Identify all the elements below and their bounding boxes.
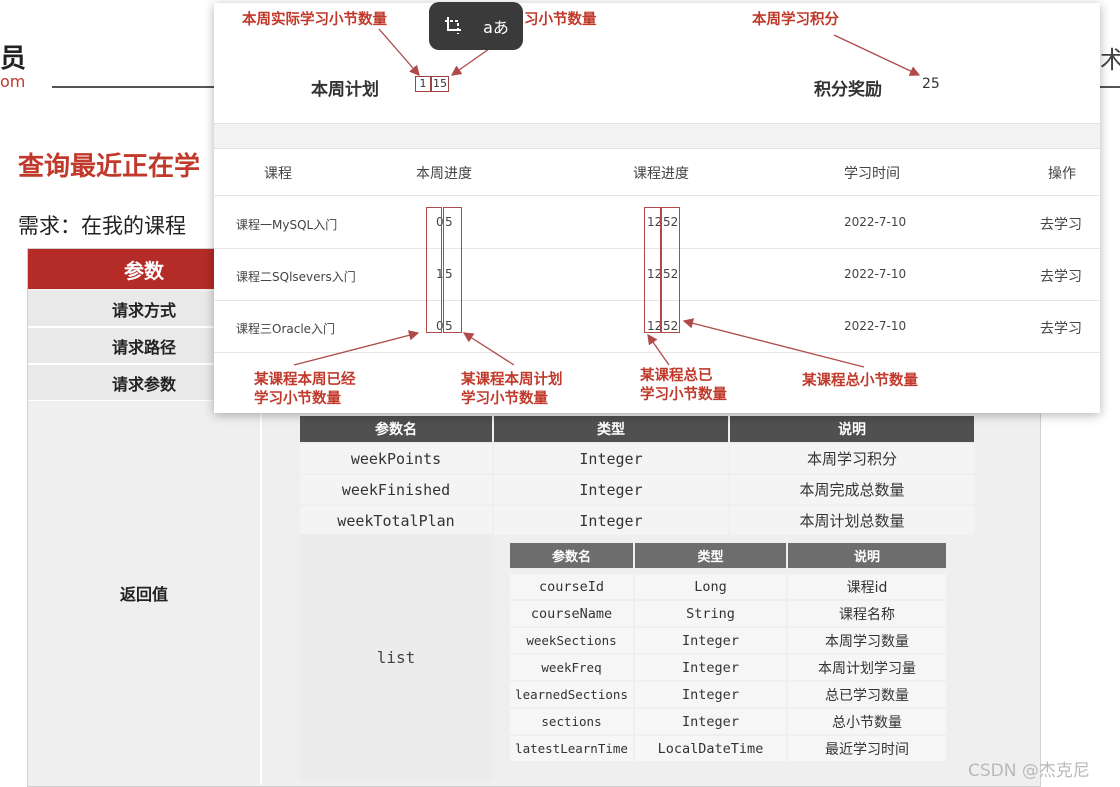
nested-field-name: learnedSections bbox=[510, 682, 633, 707]
nested-field-name: courseId bbox=[510, 574, 633, 599]
translate-icon[interactable]: aあ bbox=[483, 13, 509, 39]
annotation-course-total-learned: 某课程总已 学习小节数量 bbox=[640, 367, 727, 405]
field-desc: 本周学习积分 bbox=[730, 444, 974, 473]
field-type: Integer bbox=[494, 444, 728, 473]
annotation-line: 学习小节数量 bbox=[461, 391, 548, 407]
field-type: Integer bbox=[494, 506, 728, 535]
nested-field-desc: 课程id bbox=[788, 574, 946, 599]
nested-field-name: latestLearnTime bbox=[510, 736, 633, 761]
annotation-line: 某课程本周已经 bbox=[254, 372, 356, 388]
nested-field-type: Long bbox=[635, 574, 786, 599]
field-name: weekPoints bbox=[300, 444, 492, 473]
col-header-desc: 说明 bbox=[730, 416, 974, 442]
nested-col-header-name: 参数名 bbox=[510, 543, 633, 568]
col-header-name: 参数名 bbox=[300, 416, 492, 442]
nested-field-type: Integer bbox=[635, 709, 786, 734]
section-heading: 查询最近正在学 bbox=[18, 152, 201, 182]
nested-field-desc: 总已学习数量 bbox=[788, 682, 946, 707]
nested-field-desc: 本周学习数量 bbox=[788, 628, 946, 653]
field-desc: 本周计划总数量 bbox=[730, 506, 974, 535]
annotation-arrows bbox=[293, 28, 921, 368]
nested-field-name: courseName bbox=[510, 601, 633, 626]
logo-subtext: om bbox=[0, 72, 26, 91]
nested-field-desc: 最近学习时间 bbox=[788, 736, 946, 761]
annotation-line: 学习小节数量 bbox=[254, 391, 341, 407]
annotation-week-points: 本周学习积分 bbox=[752, 12, 839, 28]
arrow-week-points bbox=[833, 34, 921, 76]
nested-field-desc: 课程名称 bbox=[788, 601, 946, 626]
arrow-actual-sections bbox=[378, 28, 420, 76]
annotation-plan-sections: 习小节数量 bbox=[524, 12, 597, 28]
arrow-course-week-plan bbox=[462, 332, 515, 366]
nested-field-type: String bbox=[635, 601, 786, 626]
field-desc: 本周完成总数量 bbox=[730, 475, 974, 504]
nested-field-type: Integer bbox=[635, 628, 786, 653]
header-divider-right bbox=[1100, 86, 1120, 88]
field-name: weekTotalPlan bbox=[300, 506, 492, 535]
param-row-return: 返回值 bbox=[28, 401, 262, 785]
nested-field-type: Integer bbox=[635, 655, 786, 680]
annotation-course-total-sections: 某课程总小节数量 bbox=[802, 373, 918, 389]
nested-field-type: LocalDateTime bbox=[635, 736, 786, 761]
annotation-line: 学习小节数量 bbox=[640, 387, 727, 403]
nested-col-header-desc: 说明 bbox=[788, 543, 946, 568]
crop-icon[interactable] bbox=[441, 13, 467, 39]
watermark: CSDN @杰克尼 bbox=[968, 761, 1090, 781]
field-name: weekFinished bbox=[300, 475, 492, 504]
header-divider-left bbox=[52, 86, 222, 88]
image-toolbar: aあ bbox=[429, 2, 523, 50]
nested-field-desc: 本周计划学习量 bbox=[788, 655, 946, 680]
arrow-course-week-learned bbox=[293, 330, 420, 366]
nested-field-type: Integer bbox=[635, 682, 786, 707]
annotation-line: 某课程总已 bbox=[640, 368, 713, 384]
annotation-line: 某课程本周计划 bbox=[461, 372, 563, 388]
list-field-name: list bbox=[300, 534, 492, 781]
nested-field-name: sections bbox=[510, 709, 633, 734]
logo-text: 员 bbox=[0, 44, 28, 74]
arrow-plan-sections bbox=[450, 48, 490, 76]
col-header-type: 类型 bbox=[494, 416, 728, 442]
annotation-course-week-plan: 某课程本周计划 学习小节数量 bbox=[461, 371, 563, 409]
return-value-table: 参数名 类型 说明 weekPoints Integer 本周学习积分 week… bbox=[300, 416, 974, 782]
arrow-course-total-learned bbox=[647, 333, 670, 366]
requirement-text: 需求：在我的课程 bbox=[18, 214, 186, 238]
annotation-course-week-learned: 某课程本周已经 学习小节数量 bbox=[254, 371, 356, 409]
nested-field-name: weekSections bbox=[510, 628, 633, 653]
prototype-screenshot-card: 本周计划 1 15 积分奖励 25 课程 本周进度 课程进度 学习时间 操作 课… bbox=[214, 3, 1100, 413]
nested-field-desc: 总小节数量 bbox=[788, 709, 946, 734]
header-right-char: 术 bbox=[1100, 46, 1120, 74]
nested-col-header-type: 类型 bbox=[635, 543, 786, 568]
arrow-course-total-sections bbox=[682, 318, 865, 368]
annotation-actual-sections: 本周实际学习小节数量 bbox=[242, 12, 387, 28]
field-type: Integer bbox=[494, 475, 728, 504]
nested-field-name: weekFreq bbox=[510, 655, 633, 680]
